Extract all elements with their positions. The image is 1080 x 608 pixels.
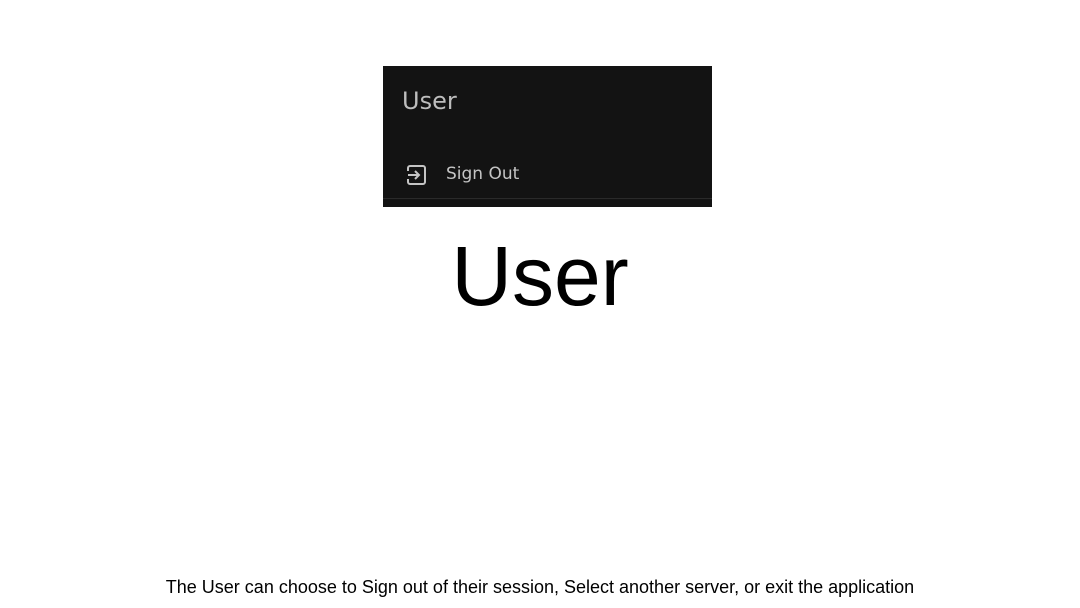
- sign-out-icon: [405, 164, 427, 186]
- user-menu-header: User: [402, 87, 457, 115]
- sign-out-menu-item[interactable]: Sign Out: [383, 152, 712, 196]
- user-menu-panel: User Sign Out: [383, 66, 712, 207]
- menu-divider: [383, 198, 712, 199]
- sign-out-label: Sign Out: [446, 164, 520, 184]
- slide-title: User: [451, 229, 629, 323]
- slide-caption: The User can choose to Sign out of their…: [165, 577, 915, 597]
